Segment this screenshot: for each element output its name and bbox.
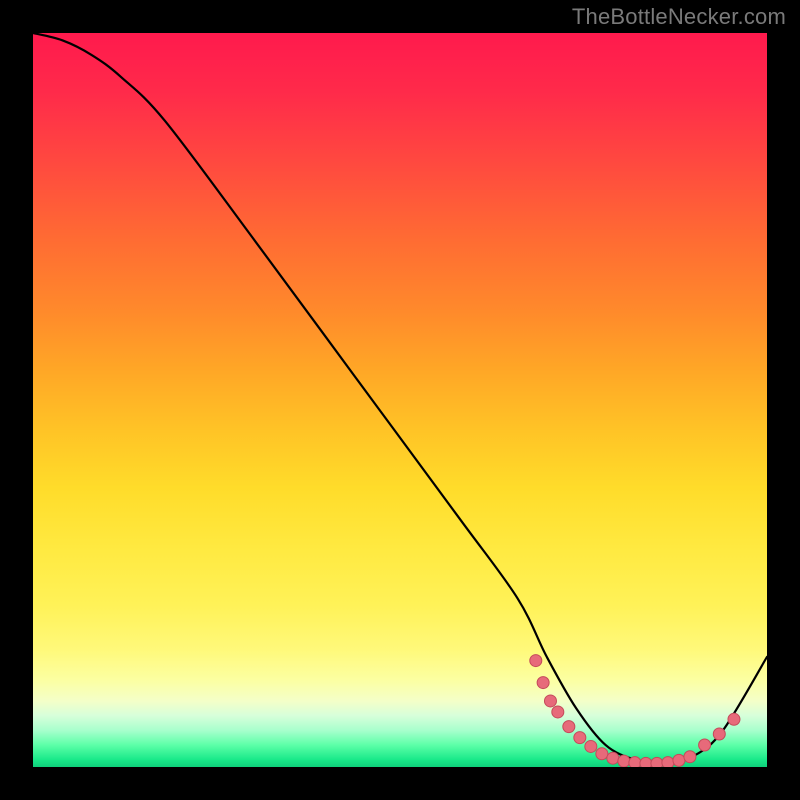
data-marker [684,751,696,763]
chart-frame: TheBottleNecker.com [0,0,800,800]
bottleneck-curve [33,33,767,763]
data-marker [651,757,663,767]
watermark-label: TheBottleNecker.com [572,4,786,30]
data-marker [699,739,711,751]
data-marker [618,755,630,767]
data-marker [713,728,725,740]
data-marker [728,713,740,725]
data-marker [585,740,597,752]
data-marker [537,677,549,689]
chart-overlay [33,33,767,767]
data-marker [640,757,652,767]
data-marker [673,754,685,766]
data-marker [544,695,556,707]
data-marker [552,706,564,718]
data-marker [530,655,542,667]
marker-group [530,655,740,767]
data-marker [563,721,575,733]
data-marker [596,748,608,760]
data-marker [574,732,586,744]
data-marker [662,757,674,767]
data-marker [607,752,619,764]
data-marker [629,757,641,767]
